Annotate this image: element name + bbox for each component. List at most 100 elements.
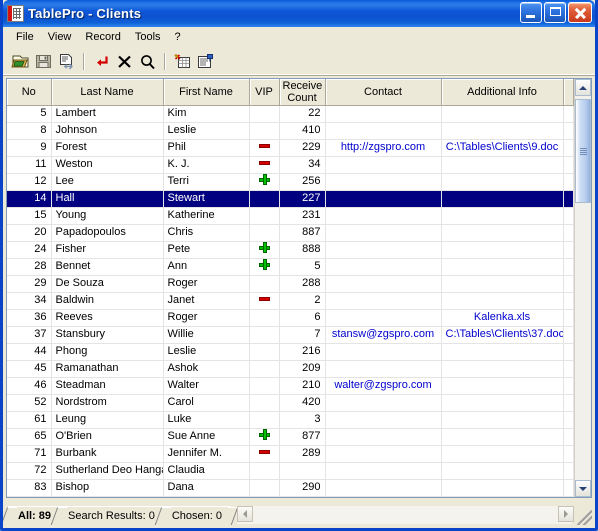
vip-plus-icon [258, 174, 270, 185]
table-row[interactable]: 15 Young Katherine 231 [7, 207, 574, 225]
table-row[interactable]: 34 Baldwin Janet 2 [7, 292, 574, 310]
table-row[interactable]: 72Sutherland Deo HangadaClaudia [7, 462, 574, 480]
title-bar[interactable]: TablePro - Clients [3, 0, 595, 27]
table-row[interactable]: 65 O'Brien Sue Anne 877 [7, 428, 574, 446]
table-row[interactable]: 52 Nordstrom Carol 420 [7, 394, 574, 412]
cell-no: 71 [7, 445, 52, 463]
cell-receive-count: 227 [279, 190, 326, 208]
horizontal-scroll-track[interactable] [237, 506, 572, 524]
column-header-vip[interactable]: VIP [249, 79, 280, 106]
cell-additional-info [441, 394, 564, 412]
scroll-left-button[interactable] [237, 506, 253, 522]
contact-link[interactable]: http://zgspro.com [341, 141, 425, 153]
scroll-down-button[interactable] [575, 480, 591, 497]
table-row[interactable]: 71 Burbank Jennifer M. 289 [7, 445, 574, 463]
delete-icon[interactable] [113, 51, 136, 73]
menu-item-help[interactable]: ? [168, 28, 188, 46]
cell-receive-count: 2 [279, 292, 326, 310]
cell-receive-count: 290 [279, 479, 326, 497]
table-row[interactable]: 44 Phong Leslie 216 [7, 343, 574, 361]
additional-info-link[interactable]: C:\Tables\Clients\9.doc [446, 141, 559, 153]
grid-tab-1[interactable]: Search Results: 0 [58, 506, 164, 525]
cell-receive-count: 216 [279, 343, 326, 361]
menu-item-record[interactable]: Record [78, 28, 127, 46]
save-icon[interactable] [32, 51, 55, 73]
find-icon[interactable] [136, 51, 159, 73]
scroll-right-button[interactable] [558, 506, 574, 522]
table-row[interactable]: 12 Lee Terri 256 [7, 173, 574, 191]
grid-tab-2[interactable]: Chosen: 0 [161, 506, 231, 525]
menu-item-file[interactable]: File [9, 28, 41, 46]
cell-contact [325, 445, 442, 463]
cell-first-name: Mary S. [163, 496, 250, 497]
cell-last-name: Bishop [51, 479, 164, 497]
cell-receive-count [279, 462, 326, 480]
column-header-receive-count[interactable]: Receive Count [279, 79, 326, 106]
table-row[interactable]: 85MacDonaldMary S. 477 [7, 496, 574, 497]
open-icon[interactable] [9, 51, 32, 73]
cell-vip [249, 377, 280, 395]
cell-vip [249, 156, 280, 174]
table-row[interactable]: 8 Johnson Leslie 410 [7, 122, 574, 140]
new-record-icon[interactable] [171, 51, 194, 73]
data-grid: No Last Name First Name VIP Receive Coun… [6, 78, 592, 498]
apply-icon[interactable] [90, 51, 113, 73]
column-header-contact[interactable]: Contact [325, 79, 442, 106]
cell-vip [249, 275, 280, 293]
table-row[interactable]: 36 Reeves Roger 6 Kalenka.xls [7, 309, 574, 327]
additional-info-link[interactable]: Kalenka.xls [474, 311, 530, 323]
cell-additional-info [441, 156, 564, 174]
cell-no: 14 [7, 190, 52, 208]
cell-receive-count: 7 [279, 326, 326, 344]
table-row[interactable]: 20 Papadopoulos Chris 887 [7, 224, 574, 242]
horizontal-scrollbar[interactable] [237, 505, 592, 525]
table-row[interactable]: 37 Stansbury Willie 7 stansw@zgspro.com C:\Ta… [7, 326, 574, 344]
cell-contact [325, 190, 442, 208]
table-row[interactable]: 29 De Souza Roger 288 [7, 275, 574, 293]
column-header-spacer[interactable] [563, 79, 574, 106]
table-row[interactable]: 11 Weston K. J. 34 [7, 156, 574, 174]
table-row[interactable]: 9 Forest Phil 229 http://zgspro.com C:\Tables… [7, 139, 574, 157]
cell-additional-info [441, 343, 564, 361]
export-icon[interactable] [55, 51, 78, 73]
cell-vip [249, 496, 280, 497]
additional-info-link[interactable]: C:\Tables\Clients\37.doc [446, 328, 563, 340]
cell-last-name: Papadopoulos [51, 224, 164, 242]
table-row[interactable]: 45 Ramanathan Ashok 209 [7, 360, 574, 378]
table-row[interactable]: 5 Lambert Kim 22 [7, 105, 574, 123]
resize-grip[interactable] [577, 510, 592, 525]
cell-additional-info [441, 377, 564, 395]
table-row[interactable]: 46 Steadman Walter 210 walter@zgspro.com [7, 377, 574, 395]
scroll-up-button[interactable] [575, 79, 591, 96]
vip-minus-icon [258, 157, 270, 168]
column-header-additional-info[interactable]: Additional Info [441, 79, 564, 106]
maximize-button[interactable] [544, 2, 566, 23]
column-header-first-name[interactable]: First Name [163, 79, 250, 106]
contact-link[interactable]: walter@zgspro.com [334, 379, 431, 391]
close-button[interactable] [568, 2, 592, 23]
minimize-button[interactable] [520, 2, 542, 23]
cell-no: 37 [7, 326, 52, 344]
table-row[interactable]: 24 Fisher Pete 888 [7, 241, 574, 259]
cell-contact [325, 496, 442, 497]
table-row[interactable]: 14 Hall Stewart 227 [7, 190, 574, 208]
properties-icon[interactable] [194, 51, 217, 73]
cell-first-name: Carol [163, 394, 250, 412]
vertical-scrollbar[interactable] [574, 79, 591, 497]
table-row[interactable]: 83 Bishop Dana 290 [7, 479, 574, 497]
toolbar-separator [83, 53, 85, 70]
cell-spacer [563, 156, 574, 174]
contact-link[interactable]: stansw@zgspro.com [332, 328, 434, 340]
table-row[interactable]: 28 Bennet Ann 5 [7, 258, 574, 276]
table-body: 5 Lambert Kim 22 8 Johnson Leslie 410 9 Forest Phi… [7, 105, 574, 497]
cell-first-name: Pete [163, 241, 250, 259]
menu-item-tools[interactable]: Tools [128, 28, 168, 46]
vertical-scroll-thumb[interactable] [575, 99, 591, 203]
cell-additional-info [441, 496, 564, 497]
menu-item-view[interactable]: View [41, 28, 79, 46]
table-row[interactable]: 61 Leung Luke 3 [7, 411, 574, 429]
table-header-row: No Last Name First Name VIP Receive Coun… [7, 79, 574, 106]
column-header-last-name[interactable]: Last Name [51, 79, 164, 106]
column-header-no[interactable]: No [7, 79, 52, 106]
cell-no: 72 [7, 462, 52, 480]
